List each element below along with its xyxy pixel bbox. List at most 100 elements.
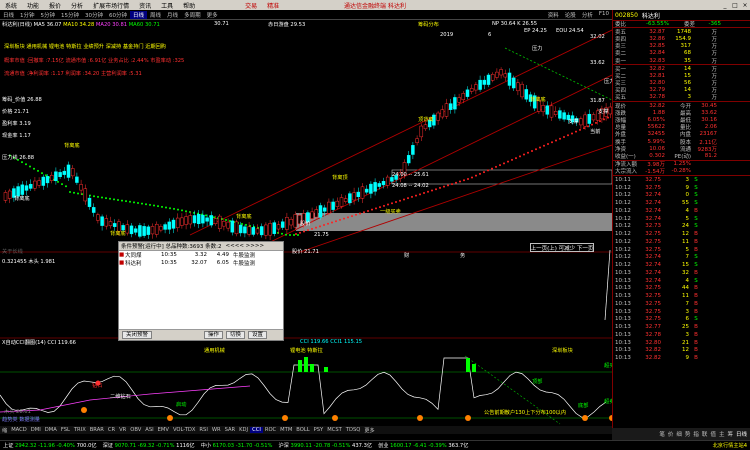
indicator-tab-active[interactable]: CCI <box>250 427 263 433</box>
ma-dot <box>41 172 43 175</box>
close-alert-button[interactable]: 关闭预警 <box>122 331 153 339</box>
popup-nav[interactable]: <<<< >>>> <box>226 243 265 249</box>
menu-trade[interactable]: 交易 <box>240 1 262 10</box>
left-stat-a: 筹码_价值 26.88 <box>2 97 42 103</box>
bottom-period-tab[interactable]: 日线 <box>736 430 747 438</box>
maximize-icon[interactable]: □ <box>730 2 740 9</box>
cci-left-label: 趋势类 数据测量 <box>2 417 40 423</box>
menu-news[interactable]: 资讯 <box>134 1 156 10</box>
period-tab[interactable]: 周线 <box>147 11 164 19</box>
alert-popup[interactable]: 条件预警[运行中] 总品种数:3693 条数:2 <<<< >>>> ■ 大同煤… <box>118 241 284 341</box>
ma-dot <box>407 197 409 200</box>
right-tab[interactable]: 势 <box>685 430 691 438</box>
ma-dot <box>383 204 385 207</box>
right-tab[interactable]: 联 <box>702 430 708 438</box>
minimize-icon[interactable]: _ <box>720 2 730 9</box>
period-tab[interactable]: 更多 <box>204 11 221 19</box>
period-tab[interactable]: 15分钟 <box>58 11 82 19</box>
candle-body <box>138 225 142 237</box>
tick-volume: 11 <box>682 293 689 300</box>
indicator-tab[interactable]: MTM <box>278 427 294 433</box>
indicator-tab[interactable]: 缩 <box>0 427 9 434</box>
indicator-tab[interactable]: PSY <box>312 427 326 433</box>
period-tab[interactable]: 1分钟 <box>17 11 38 19</box>
tick-volume: 5 <box>685 246 690 253</box>
indicator-tab[interactable]: OBV <box>128 427 143 433</box>
settings-button[interactable]: 设置 <box>248 331 268 339</box>
candle-body <box>272 222 277 234</box>
period-tab[interactable]: 日线 <box>0 11 17 19</box>
indicator-tab[interactable]: WR <box>210 427 223 433</box>
ma-dot <box>571 132 573 135</box>
indicator-tab[interactable]: ROC <box>263 427 278 433</box>
indicator-tab[interactable]: BRAR <box>88 427 106 433</box>
indicator-tab[interactable]: SAR <box>223 427 238 433</box>
ma-dot <box>145 203 147 206</box>
server-status[interactable]: 北京行情主站4 <box>710 442 750 449</box>
menu-help[interactable]: 帮助 <box>178 1 200 10</box>
menu-system[interactable]: 系统 <box>0 1 22 10</box>
period-tab[interactable]: 多周期 <box>181 11 204 19</box>
right-tab[interactable]: 主 <box>719 430 725 438</box>
index-amount: 437.3亿 <box>352 443 373 449</box>
right-tab[interactable]: 值 <box>710 430 716 438</box>
tool-f10[interactable]: F10 <box>596 11 612 19</box>
ma-dot <box>487 169 489 172</box>
tick-list[interactable]: 10:11 32.75 3 S 10:12 32.75 9 S 10:12 32.74 0 S 10:1… <box>613 174 750 362</box>
index-quote: 上证 2942.32 -11.96 -0.40% 700.0亿 <box>0 442 100 449</box>
tool-info[interactable]: 资料 <box>545 11 562 19</box>
indicator-tab[interactable]: DMA <box>43 427 59 433</box>
stat-value: 33.62 <box>701 109 717 116</box>
menu-analysis[interactable]: 分析 <box>66 1 88 10</box>
marker-support: 支撑 <box>568 119 579 125</box>
period-tab[interactable]: 月线 <box>164 11 181 19</box>
indicator-tab[interactable]: TRIX <box>72 427 88 433</box>
indicator-tab[interactable]: MACD <box>9 427 29 433</box>
close-icon[interactable]: × <box>740 2 750 9</box>
candle-body <box>251 227 256 235</box>
indicator-tab[interactable]: VOL-TDX <box>171 427 197 433</box>
tool-analysis[interactable]: 分析 <box>579 11 596 19</box>
tool-forum[interactable]: 论股 <box>562 11 579 19</box>
period-tab[interactable]: 30分钟 <box>82 11 106 19</box>
buy-price: 32.80 <box>649 80 665 87</box>
indicator-tab[interactable]: CR <box>106 427 117 433</box>
indicator-tab[interactable]: 更多 <box>362 427 376 434</box>
candle-body <box>66 164 71 178</box>
stat-value: 55622 <box>647 124 666 131</box>
indicator-tab[interactable]: BOLL <box>294 427 311 433</box>
period-tab[interactable]: 5分钟 <box>38 11 59 19</box>
alert-row[interactable]: ■ 科达利 10:35 32.07 6.05 牛股监测 <box>119 259 283 267</box>
indicator-tab[interactable]: FSL <box>59 427 72 433</box>
alert-row[interactable]: ■ 大同煤 10:35 3.32 4.49 牛股监测 <box>119 251 283 259</box>
period-tab[interactable]: 60分钟 <box>106 11 130 19</box>
indicator-tab[interactable]: TDSQ <box>344 427 363 433</box>
indicator-tab[interactable]: DMI <box>29 427 43 433</box>
ma-dot <box>459 180 461 183</box>
menu-precise[interactable]: 精准 <box>262 1 284 10</box>
indicator-tab[interactable]: MCST <box>325 427 344 433</box>
operate-button[interactable]: 操作 <box>204 331 224 339</box>
right-tab[interactable]: 价 <box>668 430 674 438</box>
switch-button[interactable]: 切换 <box>226 331 246 339</box>
ma-dot <box>343 217 345 220</box>
marker-top-div: 背离顶 <box>332 175 348 181</box>
right-tab[interactable]: 筹 <box>727 430 733 438</box>
menu-tools[interactable]: 工具 <box>156 1 178 10</box>
right-tab[interactable]: 指 <box>693 430 699 438</box>
period-tab-active[interactable]: 日线 <box>130 10 148 19</box>
indicator-tab[interactable]: VR <box>117 427 128 433</box>
indicator-tab[interactable]: ASI <box>143 427 155 433</box>
menu-ext-market[interactable]: 扩展市场行情 <box>88 1 134 10</box>
indicator-tab[interactable]: EMV <box>156 427 171 433</box>
menu-quote[interactable]: 报价 <box>44 1 66 10</box>
ma-dot <box>281 232 283 235</box>
indicator-tab[interactable]: RSI <box>197 427 209 433</box>
kline-chart[interactable] <box>0 20 612 440</box>
right-tab[interactable]: 细 <box>676 430 682 438</box>
right-tab[interactable]: 笔 <box>659 430 665 438</box>
header-extra2: 筹码分布 <box>418 22 439 28</box>
price-label-b: 33.62 <box>590 60 605 66</box>
menu-function[interactable]: 功能 <box>22 1 44 10</box>
indicator-tab[interactable]: KDJ <box>237 427 250 433</box>
